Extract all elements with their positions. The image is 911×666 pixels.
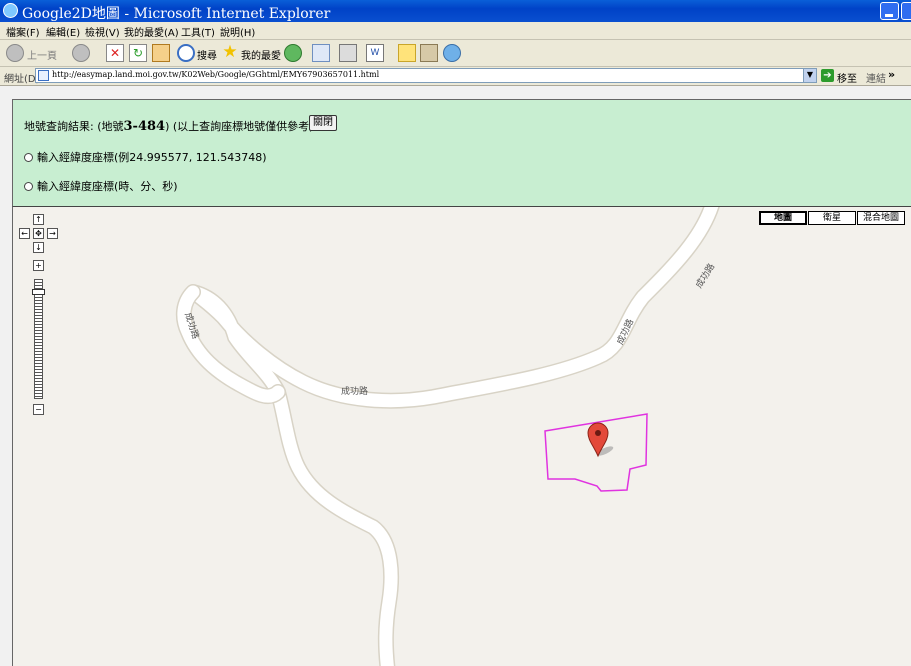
option-dms-label: 輸入經緯度座標(時、分、秒) [37,180,178,193]
links-chevron-icon[interactable]: » [888,68,895,81]
go-button[interactable]: 移至 [837,70,857,85]
pan-up-button[interactable]: ↑ [33,214,44,225]
refresh-icon[interactable]: ↻ [129,44,147,62]
title-bar: Google2D地圖 - Microsoft Internet Explorer [0,0,911,22]
address-dropdown-button[interactable]: ▼ [803,68,817,83]
menu-tools[interactable]: 工具(T) [181,24,215,39]
address-input[interactable]: http://easymap.land.moi.gov.tw/K02Web/Go… [35,68,817,83]
menu-view[interactable]: 檢視(V) [85,24,120,39]
pan-down-button[interactable]: ↓ [33,242,44,253]
back-arrow-icon[interactable] [6,44,24,62]
road-main [188,207,720,666]
zoom-slider-thumb[interactable] [32,289,45,295]
mail-icon[interactable] [312,44,330,62]
research-icon[interactable] [420,44,438,62]
favorites-star-icon[interactable]: ★ [221,44,239,62]
chevron-down-icon: ▼ [806,70,814,79]
discuss-icon[interactable] [398,44,416,62]
address-bar: 網址(D) http://easymap.land.moi.gov.tw/K02… [0,67,911,86]
maptype-satellite-button[interactable]: 衛星 [808,211,856,225]
stop-icon[interactable]: ✕ [106,44,124,62]
links-label[interactable]: 連結 [866,70,886,85]
page-icon [38,70,49,81]
menu-edit[interactable]: 編輯(E) [46,24,80,39]
messenger-icon[interactable] [443,44,461,62]
menu-favorites[interactable]: 我的最愛(A) [124,24,179,39]
option-decimal-row[interactable]: 輸入經緯度座標(例24.995577, 121.543748) [24,149,267,165]
address-url[interactable]: http://easymap.land.moi.gov.tw/K02Web/Go… [52,70,379,79]
history-icon[interactable] [284,44,302,62]
print-icon[interactable] [339,44,357,62]
map-canvas[interactable] [13,207,911,666]
maptype-hybrid-button[interactable]: 混合地圖 [857,211,905,225]
search-icon[interactable] [177,44,195,62]
go-arrow-icon[interactable]: ➔ [821,69,834,82]
result-prefix: 地號查詢結果: (地號 [24,120,124,133]
forward-arrow-icon[interactable] [72,44,90,62]
menu-help[interactable]: 說明(H) [220,24,255,39]
menu-file[interactable]: 檔案(F) [6,24,40,39]
home-icon[interactable] [152,44,170,62]
pan-left-button[interactable]: ← [19,228,30,239]
google-map[interactable]: 成功路 成功路 成功路 成功路 ↑ ← ✥ → ↓ + − 地圖 衛星 混合地圖 [12,206,911,666]
road-label-c: 成功路 [341,387,369,397]
menu-bar: 檔案(F) 編輯(E) 檢視(V) 我的最愛(A) 工具(T) 說明(H) [0,22,911,40]
close-button[interactable]: 關閉 [309,115,337,131]
option-dms-row[interactable]: 輸入經緯度座標(時、分、秒) [24,178,178,194]
result-line: 地號查詢結果: (地號3-484) (以上查詢座標地號僅供參考) [24,118,313,134]
back-label[interactable]: 上一頁 [27,47,57,62]
pan-right-button[interactable]: → [47,228,58,239]
maximize-button[interactable] [901,2,911,20]
radio-decimal-coords[interactable] [24,153,33,162]
minimize-button[interactable] [880,2,899,20]
query-panel: 地號查詢結果: (地號3-484) (以上查詢座標地號僅供參考) 關閉 輸入經緯… [12,99,911,206]
maptype-map-button[interactable]: 地圖 [759,211,807,225]
window-title: Google2D地圖 - Microsoft Internet Explorer [22,6,331,22]
zoom-slider-track[interactable] [34,279,43,399]
toolbar: 上一頁 ✕ ↻ 搜尋 ★ 我的最愛 W [0,40,911,67]
zoom-in-button[interactable]: + [33,260,44,271]
radio-dms-coords[interactable] [24,182,33,191]
ie-icon [3,3,18,18]
parcel-number: 3-484 [123,119,166,134]
edit-word-icon[interactable]: W [366,44,384,62]
option-decimal-label: 輸入經緯度座標(例24.995577, 121.543748) [37,151,267,164]
page-content: 地號查詢結果: (地號3-484) (以上查詢座標地號僅供參考) 關閉 輸入經緯… [0,86,911,666]
result-suffix: ) (以上查詢座標地號僅供參考) [165,120,314,133]
minimize-icon [885,14,893,17]
search-label[interactable]: 搜尋 [197,47,217,62]
favorites-label[interactable]: 我的最愛 [241,47,281,62]
pan-center-button[interactable]: ✥ [33,228,44,239]
zoom-out-button[interactable]: − [33,404,44,415]
